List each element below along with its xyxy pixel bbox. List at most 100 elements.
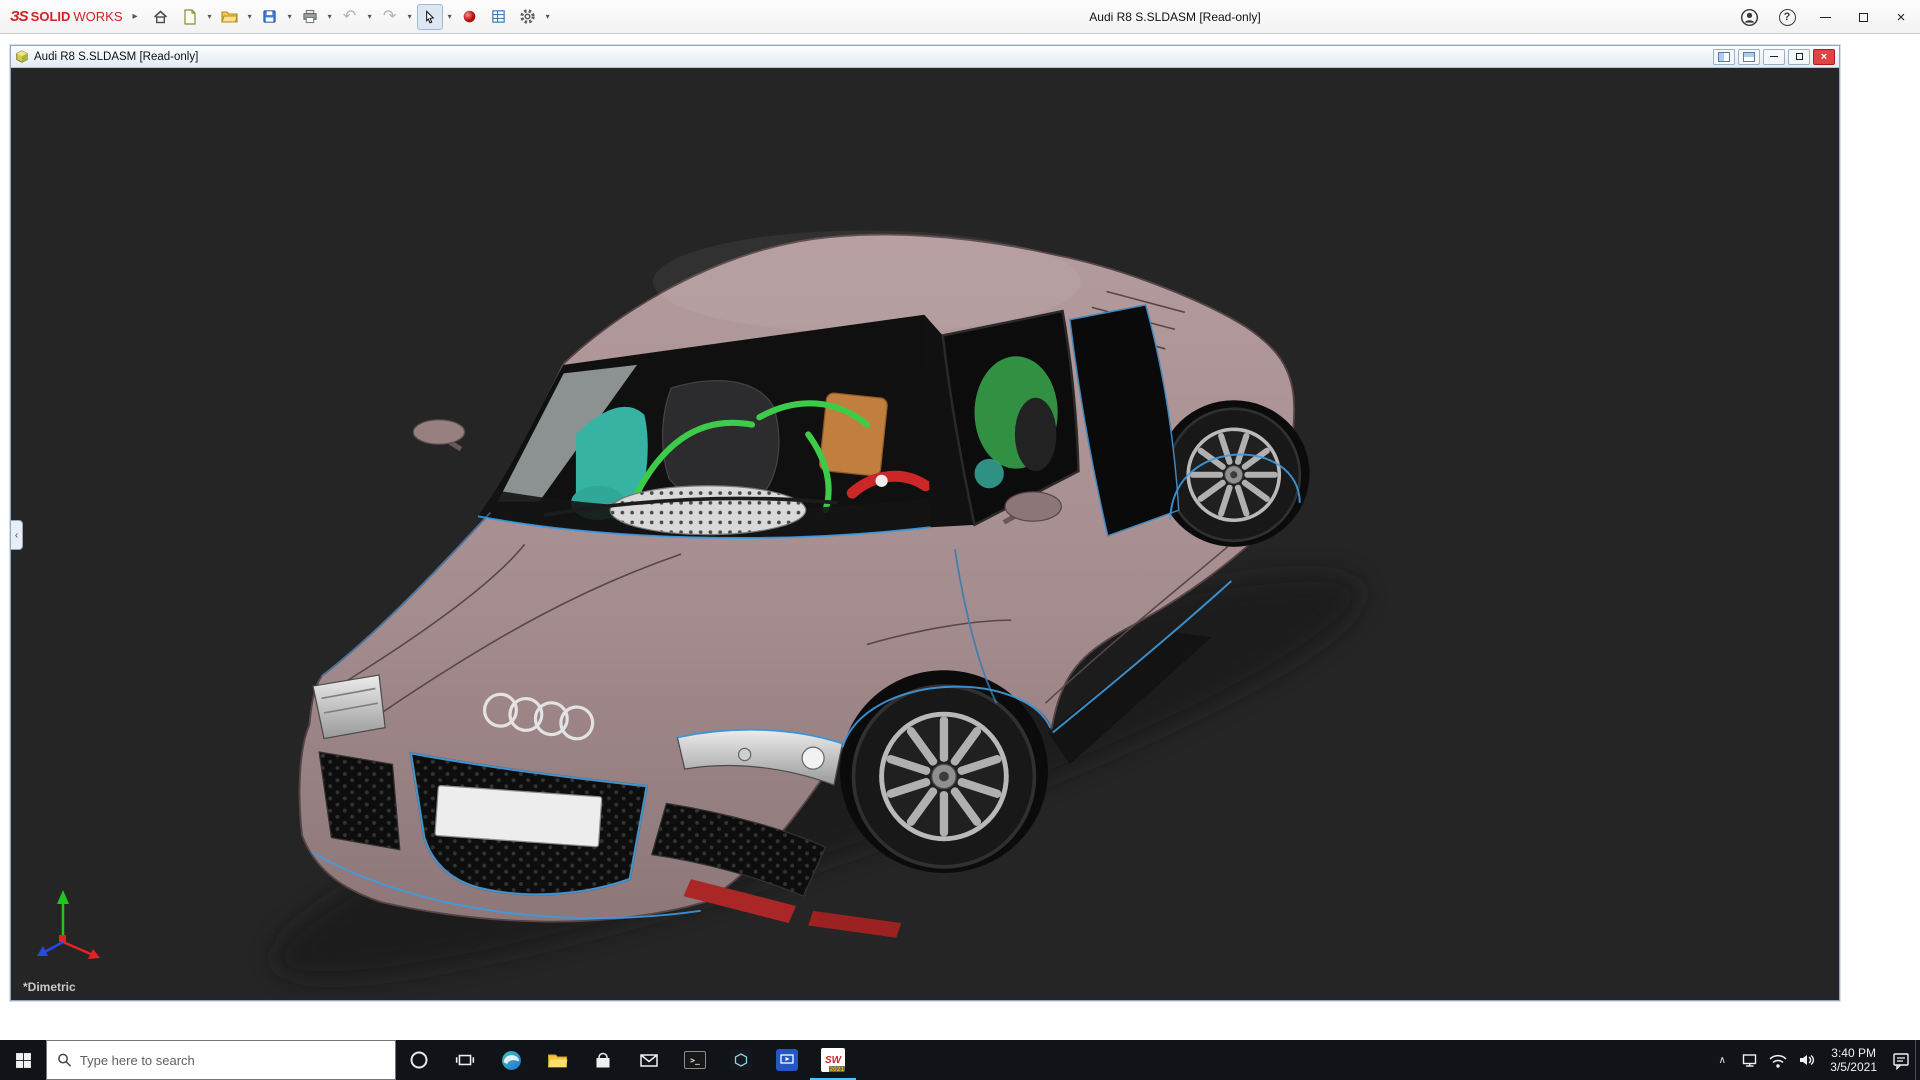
new-document-icon [182,9,197,25]
taskbar-clock[interactable]: 3:40 PM 3/5/2021 [1820,1040,1887,1080]
menu-flyout-arrow[interactable]: ▸ [131,11,148,22]
save-button[interactable] [257,4,283,30]
collapse-arrow-icon: ‹ [15,530,18,541]
solidworks-logo: ЗS SOLIDWORKS [6,8,131,25]
help-button[interactable]: ? [1768,0,1806,34]
action-center-button[interactable] [1887,1040,1915,1080]
search-input[interactable] [80,1053,385,1068]
panel-collapse-tab[interactable]: ‹ [11,520,23,550]
dark-app-button[interactable] [718,1040,764,1080]
split-pane-left-button[interactable] [1713,49,1735,65]
file-explorer-icon [546,1050,569,1070]
open-button[interactable] [217,4,243,30]
windows-logo-icon [15,1052,32,1069]
main-toolbar: ▾ ▾ ▾ ▾ ↶ ▾ ↷ [148,4,552,30]
clock-date: 3/5/2021 [1830,1060,1877,1074]
help-icon: ? [1779,9,1796,26]
solidworks-taskbar-button[interactable]: SW 2021 [810,1040,856,1080]
view-orientation-label: *Dimetric [23,980,76,994]
search-icon [57,1052,72,1068]
red-sphere-icon [462,9,477,24]
tray-expand-icon: ∧ [1719,1055,1726,1066]
volume-icon [1797,1051,1816,1069]
left-mirror [413,420,464,444]
table-icon [491,9,506,24]
car-model [11,68,1839,1000]
solidworks-icon: SW 2021 [821,1048,845,1072]
options-button[interactable] [515,4,541,30]
license-plate [435,785,602,846]
redo-button[interactable]: ↷ [377,4,403,30]
left-headlight [313,675,385,739]
minimize-icon [1820,17,1831,18]
assembly-document-icon [15,50,29,64]
home-button[interactable] [148,4,174,30]
wifi-icon [1768,1052,1788,1069]
terminal-icon: >_ [684,1051,706,1069]
file-explorer-button[interactable] [534,1040,580,1080]
new-document-dropdown[interactable]: ▾ [206,12,214,21]
volume-button[interactable] [1792,1040,1820,1080]
media-app-button[interactable] [764,1040,810,1080]
doc-restore-icon [1796,53,1803,60]
close-icon: × [1897,9,1906,26]
select-tool-button[interactable] [417,4,443,30]
edge-button[interactable] [488,1040,534,1080]
app-minimize-button[interactable] [1806,0,1844,34]
account-button[interactable] [1730,0,1768,34]
doc-minimize-button[interactable] [1763,49,1785,65]
orientation-triad [29,880,119,966]
terminal-button[interactable]: >_ [672,1040,718,1080]
hexagon-app-icon [730,1049,752,1071]
pane-bottom-icon [1743,52,1755,62]
new-document-button[interactable] [177,4,203,30]
system-tray: ∧ 3:40 PM 3/5/2021 [1708,1040,1920,1080]
print-dropdown[interactable]: ▾ [326,12,334,21]
open-dropdown[interactable]: ▾ [246,12,254,21]
doc-restore-button[interactable] [1788,49,1810,65]
network-button[interactable] [1736,1040,1764,1080]
undo-button[interactable]: ↶ [337,4,363,30]
cortana-button[interactable] [396,1040,442,1080]
sphere-tool-button[interactable] [457,4,483,30]
redo-dropdown[interactable]: ▾ [406,12,414,21]
redo-icon: ↷ [383,9,396,25]
open-folder-icon [221,9,238,24]
store-button[interactable] [580,1040,626,1080]
split-pane-bottom-button[interactable] [1738,49,1760,65]
doc-close-button[interactable]: × [1813,49,1835,65]
options-dropdown[interactable]: ▾ [544,12,552,21]
doc-close-icon: × [1821,51,1827,63]
clock-time: 3:40 PM [1831,1046,1876,1060]
gear-icon [519,8,536,25]
mail-icon [638,1050,660,1070]
doc-minimize-icon [1770,56,1778,57]
table-tool-button[interactable] [486,4,512,30]
document-title: Audi R8 S.SLDASM [Read-only] [34,51,198,63]
show-desktop-button[interactable] [1915,1040,1920,1080]
start-button[interactable] [0,1040,46,1080]
wifi-button[interactable] [1764,1040,1792,1080]
app-close-button[interactable]: × [1882,0,1920,34]
save-dropdown[interactable]: ▾ [286,12,294,21]
mail-button[interactable] [626,1040,672,1080]
select-tool-dropdown[interactable]: ▾ [446,12,454,21]
undo-icon: ↶ [343,9,356,25]
save-icon [262,9,277,24]
3d-viewport[interactable]: ‹ *Dimetric [11,68,1839,1000]
document-titlebar[interactable]: Audi R8 S.SLDASM [Read-only] × [11,46,1839,68]
select-cursor-icon [422,9,437,25]
undo-dropdown[interactable]: ▾ [366,12,374,21]
app-restore-button[interactable] [1844,0,1882,34]
print-button[interactable] [297,4,323,30]
taskbar: >_ SW 2021 ∧ [0,1040,1920,1080]
network-icon [1741,1052,1760,1069]
tray-expand-button[interactable]: ∧ [1708,1040,1736,1080]
document-window: Audi R8 S.SLDASM [Read-only] × [10,45,1840,1001]
ds-mark: ЗS [10,8,28,25]
app-title: Audi R8 S.SLDASM [Read-only] [1010,10,1340,24]
task-view-button[interactable] [442,1040,488,1080]
print-icon [302,9,318,24]
taskbar-search[interactable] [46,1040,396,1080]
document-window-controls: × [1713,49,1835,65]
